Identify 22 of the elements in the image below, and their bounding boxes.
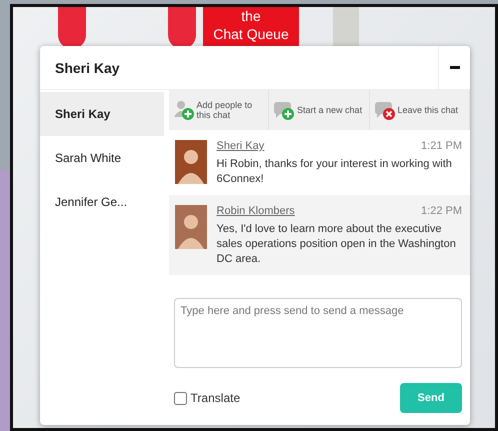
avatar-silhouette-icon <box>174 140 207 184</box>
translate-checkbox[interactable] <box>174 392 187 404</box>
message-time: 1:22 PM <box>421 205 462 217</box>
stand-drawing <box>168 7 196 49</box>
sender-link[interactable]: Sheri Kay <box>216 140 264 152</box>
avatar-silhouette-icon <box>174 205 207 249</box>
message-input-field[interactable]: Type here and press send to send a message <box>174 298 462 368</box>
sender-link[interactable]: Robin Klombers <box>216 205 295 217</box>
minimize-button[interactable] <box>438 46 470 89</box>
chat-add-icon <box>272 99 296 121</box>
person-add-icon <box>172 99 196 121</box>
chat-title: Sheri Kay <box>54 60 121 76</box>
translate-label: Translate <box>190 391 240 405</box>
message-text: Yes, I'd love to learn more about the executive sales operations position open in the Washington DC area. <box>216 222 457 267</box>
chat-remove-icon <box>372 99 397 121</box>
message-time: 1:21 PM <box>421 140 462 152</box>
chat-queue-sign: the Chat Queue <box>203 7 299 49</box>
stand-drawing <box>58 7 86 49</box>
contact-item[interactable]: Sheri Kay <box>40 92 164 136</box>
post-drawing <box>333 7 359 47</box>
minimize-icon <box>450 66 460 69</box>
message-text: Hi Robin, thanks for your interest in working with 6Connex! <box>216 157 453 187</box>
